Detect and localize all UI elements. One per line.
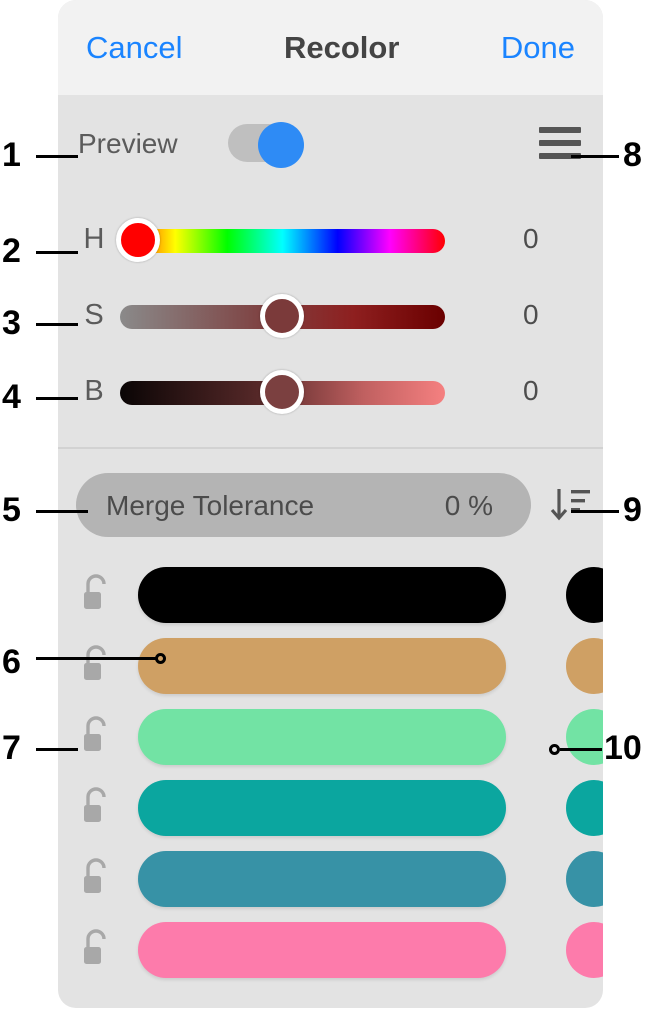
unlock-icon[interactable] (80, 785, 112, 829)
callout-number-6: 6 (2, 643, 21, 681)
preview-toggle[interactable] (228, 122, 310, 168)
done-button[interactable]: Done (501, 30, 575, 66)
slider-row-brightness: B 0 (58, 356, 603, 430)
unlock-icon[interactable] (80, 927, 112, 971)
color-row (58, 844, 603, 915)
merge-tolerance-label: Merge Tolerance (106, 490, 315, 521)
callout-number-3: 3 (2, 304, 21, 342)
callout-line-6 (36, 657, 158, 660)
saturation-slider-thumb[interactable] (260, 294, 304, 338)
brightness-slider-thumb[interactable] (260, 370, 304, 414)
panel-header: Cancel Recolor Done (58, 0, 603, 95)
color-bar[interactable] (138, 709, 506, 765)
page-title: Recolor (283, 29, 400, 65)
hsb-slider-group: H 0 S 0 B 0 (58, 190, 603, 448)
preview-row: Preview (58, 95, 603, 190)
merge-tolerance-value: 0 % (444, 490, 493, 521)
color-swatch-dot[interactable] (566, 638, 603, 694)
toggle-knob (258, 122, 304, 168)
unlock-icon[interactable] (80, 714, 112, 758)
color-swatch-dot[interactable] (566, 851, 603, 907)
hamburger-bar (539, 140, 581, 146)
color-swatch-dot[interactable] (566, 922, 603, 978)
color-row (58, 915, 603, 986)
color-bar[interactable] (138, 567, 506, 623)
color-swatch-dot[interactable] (566, 567, 603, 623)
hue-slider-thumb[interactable] (116, 218, 160, 262)
color-swatch-dot[interactable] (566, 709, 603, 765)
callout-line-4 (36, 397, 78, 400)
color-row (58, 702, 603, 773)
color-row (58, 773, 603, 844)
unlock-icon[interactable] (80, 856, 112, 900)
recolor-panel: Cancel Recolor Done Preview H 0 S 0 B 0 … (58, 0, 603, 1008)
callout-number-5: 5 (2, 491, 21, 529)
cancel-button[interactable]: Cancel (86, 30, 183, 66)
slider-label-s: S (84, 299, 104, 331)
callout-number-2: 2 (2, 232, 21, 270)
callout-line-9 (571, 510, 619, 513)
slider-row-hue: H 0 (58, 204, 603, 278)
unlock-icon[interactable] (80, 643, 112, 687)
merge-tolerance-control[interactable]: Merge Tolerance 0 % (76, 473, 531, 537)
color-bar[interactable] (138, 638, 506, 694)
callout-line-7 (36, 748, 78, 751)
saturation-value: 0 (523, 299, 539, 330)
preview-label: Preview (78, 128, 178, 159)
color-bar[interactable] (138, 780, 506, 836)
color-bar[interactable] (138, 922, 506, 978)
slider-label-b: B (84, 375, 104, 407)
callout-line-3 (36, 323, 78, 326)
callout-line-1 (36, 155, 78, 158)
unlock-icon[interactable] (80, 572, 112, 616)
hamburger-bar (539, 127, 581, 133)
hue-slider-track[interactable] (120, 229, 445, 253)
callout-line-5 (36, 510, 88, 513)
brightness-value: 0 (523, 375, 539, 406)
callout-number-10: 10 (604, 729, 642, 767)
sort-descending-icon[interactable] (548, 483, 592, 527)
callout-endpoint-10 (549, 744, 560, 755)
callout-number-4: 4 (2, 378, 21, 416)
color-swatch-dot[interactable] (566, 780, 603, 836)
callout-number-8: 8 (623, 136, 642, 174)
color-row (58, 631, 603, 702)
color-list (58, 560, 603, 1008)
callout-number-7: 7 (2, 729, 21, 767)
merge-tolerance-row: Merge Tolerance 0 % (58, 449, 603, 560)
callout-line-2 (36, 251, 78, 254)
callout-number-9: 9 (623, 491, 642, 529)
callout-endpoint-6 (155, 653, 166, 664)
callout-line-8 (571, 155, 619, 158)
callout-line-10 (560, 748, 602, 751)
callout-number-1: 1 (2, 136, 21, 174)
slider-label-h: H (83, 223, 105, 255)
slider-row-saturation: S 0 (58, 280, 603, 354)
color-bar[interactable] (138, 851, 506, 907)
color-row (58, 560, 603, 631)
hue-value: 0 (523, 223, 539, 254)
